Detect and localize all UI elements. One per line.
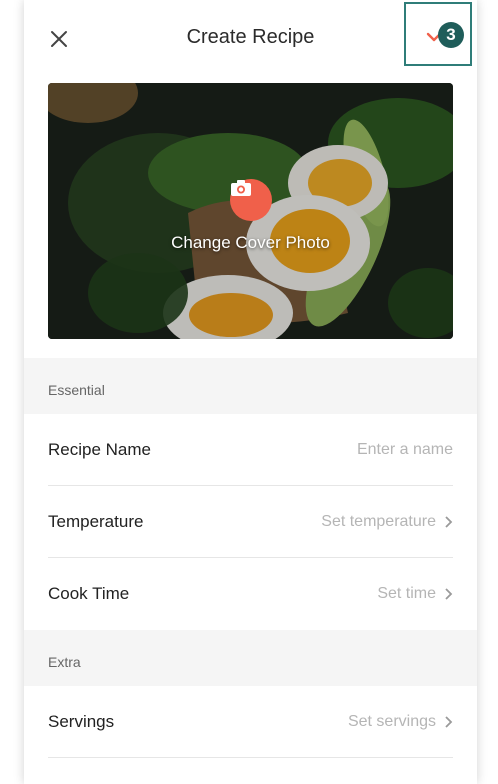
temperature-label: Temperature: [48, 512, 144, 531]
change-cover-label: Change Cover Photo: [171, 233, 330, 252]
step-number-badge: 3: [438, 22, 464, 48]
cook-time-label: Cook Time: [48, 584, 130, 603]
servings-row[interactable]: Servings Set servings: [48, 686, 453, 758]
chevron-right-icon: [445, 516, 453, 528]
header-bar: Create Recipe: [24, 0, 477, 78]
recipe-name-input[interactable]: Enter a name: [357, 441, 453, 459]
chevron-right-icon: [445, 588, 453, 600]
section-header-extra: Extra: [24, 630, 477, 686]
recipe-name-placeholder: Enter a name: [356, 441, 453, 458]
temperature-value: Set temperature: [321, 513, 453, 531]
servings-value: Set servings: [348, 713, 453, 731]
servings-placeholder: Set servings: [347, 713, 436, 730]
cook-time-value: Set time: [377, 585, 453, 603]
recipe-name-label: Recipe Name: [48, 440, 151, 459]
temperature-row[interactable]: Temperature Set temperature: [48, 486, 453, 558]
section-header-essential: Essential: [24, 358, 477, 414]
create-recipe-screen: Create Recipe Change Cover Photo Essenti…: [24, 0, 477, 784]
cover-photo[interactable]: Change Cover Photo: [48, 83, 453, 339]
temperature-placeholder: Set temperature: [321, 513, 436, 530]
camera-icon: [231, 180, 251, 196]
recipe-name-row[interactable]: Recipe Name Enter a name: [48, 414, 453, 486]
camera-button[interactable]: [230, 179, 272, 221]
chevron-right-icon: [445, 716, 453, 728]
cook-time-row[interactable]: Cook Time Set time: [48, 558, 453, 630]
cook-time-placeholder: Set time: [377, 585, 436, 602]
servings-label: Servings: [48, 712, 115, 731]
